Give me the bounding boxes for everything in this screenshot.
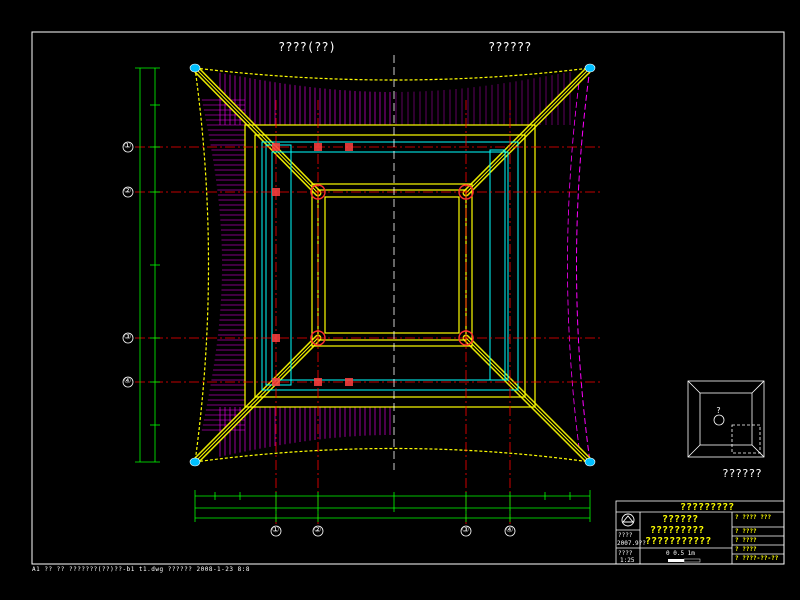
axis-label-bottom-4: ④ bbox=[506, 525, 514, 534]
left-half-title: ????(??) bbox=[278, 40, 336, 54]
bottom-dimension bbox=[194, 490, 591, 522]
axis-label-left-3: ③ bbox=[124, 332, 132, 341]
axis-label-bottom-3: ③ bbox=[462, 525, 470, 534]
title-block-drawing-no: ? ????-??-?? bbox=[735, 555, 779, 562]
logo-mark bbox=[621, 513, 635, 527]
title-block-scale-label: ???? bbox=[618, 550, 633, 557]
rafter-hatching bbox=[201, 72, 391, 457]
axis-label-left-1: ① bbox=[124, 141, 132, 150]
scale-bar bbox=[668, 558, 701, 563]
title-block-line1: ?????? bbox=[662, 514, 699, 525]
key-plan bbox=[687, 380, 765, 458]
axis-label-bottom-1: ① bbox=[272, 525, 280, 534]
title-block-line3: ??????????? bbox=[645, 536, 712, 547]
axis-label-left-2: ② bbox=[124, 186, 132, 195]
title-block-row1: ? ???? ??? bbox=[735, 514, 772, 521]
axis-bubbles-bottom bbox=[270, 525, 516, 537]
title-block-row4: ? ???? bbox=[735, 546, 757, 553]
title-block-date-label: ???? bbox=[618, 532, 633, 539]
title-block-row3: ? ???? bbox=[735, 537, 757, 544]
title-block-row2: ? ???? bbox=[735, 528, 757, 535]
right-half-title: ?????? bbox=[488, 40, 532, 54]
title-block-line2: ????????? bbox=[650, 525, 705, 536]
key-plan-label: ?????? bbox=[722, 467, 762, 480]
status-bar-text: A1 ?? ?? ???????(??)??-b1 t1.dwg ?????? … bbox=[32, 566, 250, 573]
title-block-project: ????????? bbox=[680, 502, 735, 513]
left-dimension bbox=[135, 67, 160, 463]
columns bbox=[310, 184, 474, 346]
title-block-date: 2007.9?? bbox=[617, 540, 646, 547]
axis-bubbles-left bbox=[122, 141, 134, 388]
axis-label-left-4: ④ bbox=[124, 376, 132, 385]
axis-label-bottom-2: ② bbox=[314, 525, 322, 534]
title-block-scalebar-text: 0 0.5 1m bbox=[666, 550, 695, 557]
key-plan-marker: ? bbox=[716, 406, 721, 415]
title-block-scale: 1:25 bbox=[620, 557, 635, 564]
